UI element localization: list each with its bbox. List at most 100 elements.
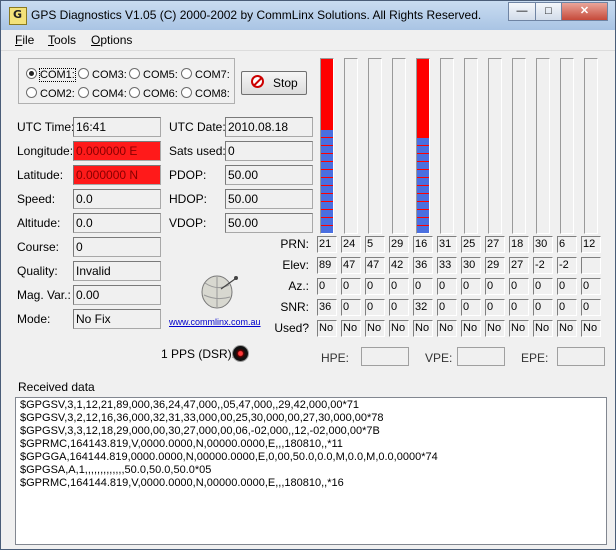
minimize-button[interactable]: —	[508, 2, 536, 21]
title-bar[interactable]: G GPS Diagnostics V1.05 (C) 2000-2002 by…	[1, 1, 615, 30]
sat-used-cell: No	[485, 320, 505, 337]
sat-az-cell: 0	[509, 278, 529, 295]
radio-dot	[129, 68, 140, 79]
pps-label: 1 PPS (DSR):	[161, 347, 236, 361]
signal-bar-snr	[417, 137, 429, 233]
sat-used-cell: No	[509, 320, 529, 337]
sat-prn-cell: 6	[557, 236, 577, 253]
longitude-label: Longitude:	[17, 144, 74, 158]
sat-snr-cell: 0	[437, 299, 457, 316]
com-port-radio-7[interactable]: COM6:	[129, 87, 178, 100]
pps-indicator-led	[232, 345, 249, 362]
received-line: $GPRMC,164144.819,V,0000.0000,N,00000.00…	[20, 477, 344, 489]
sat-az-cell: 0	[533, 278, 553, 295]
sat-row-label-used: Used?	[274, 321, 309, 335]
sat-prn-cell: 16	[413, 236, 433, 253]
hpe-field	[361, 347, 409, 366]
website-link[interactable]: www.commlinx.com.au	[169, 317, 261, 327]
com-port-radio-8[interactable]: COM8:	[181, 87, 230, 100]
sat-elev-cell: -2	[557, 257, 577, 274]
radio-dot	[26, 68, 37, 79]
sat-elev-cell	[581, 257, 601, 274]
speed-value: 0.0	[73, 189, 161, 209]
sat-snr-cell: 0	[533, 299, 553, 316]
speed-label: Speed:	[17, 192, 56, 206]
sat-row-label-elev: Elev:	[282, 258, 309, 272]
close-button[interactable]: ✕	[561, 2, 608, 21]
signal-bar-snr	[321, 128, 333, 233]
com-port-label: COM2:	[40, 88, 75, 100]
mode-label: Mode:	[17, 312, 51, 326]
sat-row-label-az: Az.:	[288, 279, 309, 293]
radio-dot	[181, 68, 192, 79]
sat-snr-cell: 0	[581, 299, 601, 316]
com-port-label: COM8:	[195, 88, 230, 100]
signal-bar-6	[560, 58, 574, 234]
signal-bar-21	[320, 58, 334, 234]
signal-bar-24	[344, 58, 358, 234]
received-line: $GPRMC,164143.819,V,0000.0000,N,00000.00…	[20, 438, 343, 450]
satsused-value: 0	[225, 141, 313, 161]
maximize-button[interactable]: □	[535, 2, 562, 21]
sat-elev-cell: 47	[341, 257, 361, 274]
vpe-field	[457, 347, 505, 366]
vpe-label: VPE:	[425, 351, 453, 365]
pdop-value: 50.00	[225, 165, 313, 185]
app-icon[interactable]: G	[9, 7, 27, 25]
satellite-dish-logo	[201, 275, 238, 309]
sat-snr-cell: 0	[485, 299, 505, 316]
signal-bar-18	[512, 58, 526, 234]
com-port-radio-4[interactable]: COM7:	[181, 68, 230, 81]
menu-file[interactable]: File	[15, 33, 34, 47]
sat-az-cell: 0	[485, 278, 505, 295]
stop-button[interactable]: Stop	[241, 71, 307, 95]
course-value: 0	[73, 237, 161, 257]
signal-bar-16	[416, 58, 430, 234]
sat-snr-cell: 32	[413, 299, 433, 316]
com-port-radio-2[interactable]: COM3:	[78, 68, 127, 81]
com-port-radio-6[interactable]: COM4:	[78, 87, 127, 100]
latitude-label: Latitude:	[17, 168, 64, 182]
radio-dot	[78, 68, 89, 79]
sat-prn-cell: 27	[485, 236, 505, 253]
sat-prn-cell: 25	[461, 236, 481, 253]
radio-dot	[129, 87, 140, 98]
menu-tools[interactable]: Tools	[48, 33, 76, 47]
received-data-log[interactable]: $GPGSV,3,1,12,21,89,000,36,24,47,000,,05…	[15, 397, 607, 545]
hdop-value: 50.00	[225, 189, 313, 209]
sat-elev-cell: 89	[317, 257, 337, 274]
sat-elev-cell: 47	[365, 257, 385, 274]
received-line: $GPGSA,A,1,,,,,,,,,,,,,50.0,50.0,50.0*05	[20, 464, 212, 476]
signal-bar-25	[464, 58, 478, 234]
stop-button-label: Stop	[273, 76, 298, 90]
sat-prn-cell: 30	[533, 236, 553, 253]
window-title: GPS Diagnostics V1.05 (C) 2000-2002 by C…	[31, 8, 482, 22]
sat-prn-cell: 12	[581, 236, 601, 253]
menu-options[interactable]: Options	[91, 33, 132, 47]
sat-snr-cell: 0	[389, 299, 409, 316]
sat-used-cell: No	[461, 320, 481, 337]
sat-snr-cell: 0	[461, 299, 481, 316]
sat-row-label-prn: PRN:	[280, 237, 309, 251]
sat-prn-cell: 18	[509, 236, 529, 253]
vdop-label: VDOP:	[169, 216, 207, 230]
com-port-radio-1[interactable]: COM1:	[26, 68, 76, 82]
sat-az-cell: 0	[389, 278, 409, 295]
sat-az-cell: 0	[581, 278, 601, 295]
com-port-radio-5[interactable]: COM2:	[26, 87, 75, 100]
quality-value: Invalid	[73, 261, 161, 281]
sat-az-cell: 0	[437, 278, 457, 295]
com-port-label: COM4:	[92, 88, 127, 100]
sat-elev-cell: 36	[413, 257, 433, 274]
sat-used-cell: No	[557, 320, 577, 337]
satsused-label: Sats used:	[169, 144, 226, 158]
signal-bar-30	[536, 58, 550, 234]
epe-label: EPE:	[521, 351, 549, 365]
sat-used-cell: No	[341, 320, 361, 337]
sat-used-cell: No	[581, 320, 601, 337]
sat-prn-cell: 21	[317, 236, 337, 253]
received-line: $GPGSV,3,1,12,21,89,000,36,24,47,000,,05…	[20, 399, 360, 411]
com-port-label: COM6:	[143, 88, 178, 100]
utcdate-value: 2010.08.18	[225, 117, 313, 137]
com-port-radio-3[interactable]: COM5:	[129, 68, 178, 81]
